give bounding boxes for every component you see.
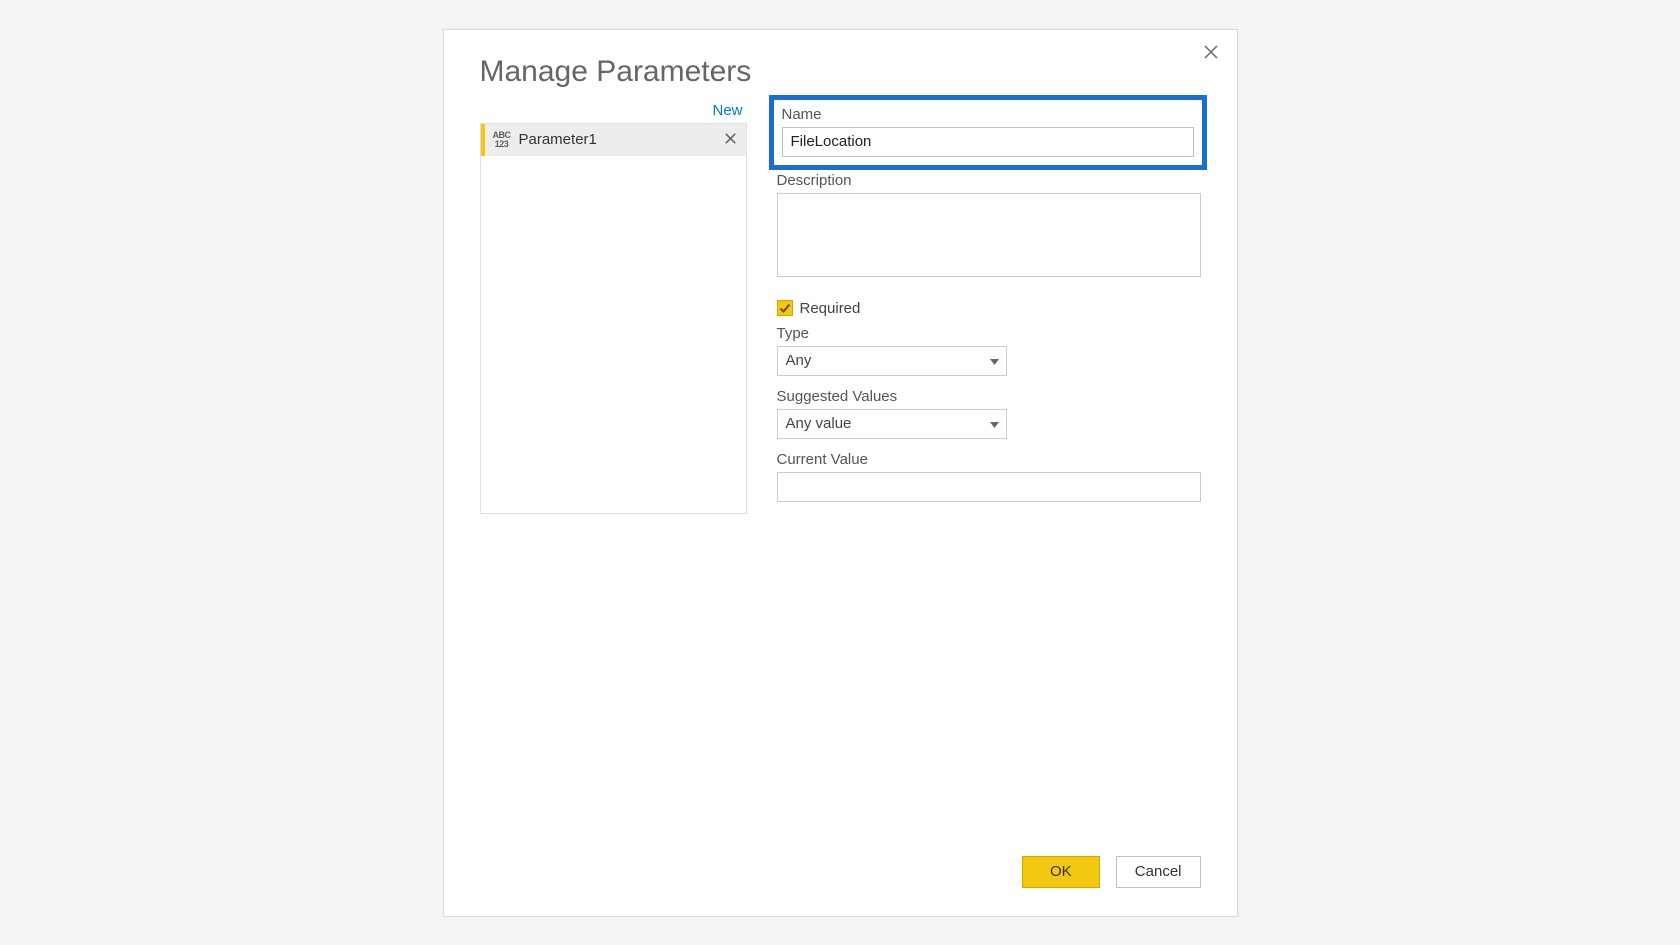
description-input[interactable] — [777, 193, 1201, 277]
parameter-list-item[interactable]: ABC123 Parameter1 — [481, 124, 746, 156]
description-field-group: Description — [777, 172, 1201, 282]
manage-parameters-dialog: Manage Parameters New ABC123 Parameter1 — [443, 29, 1238, 917]
required-checkbox-row: Required — [777, 300, 1201, 317]
current-value-field-group: Current Value — [777, 451, 1201, 502]
parameter-item-remove-button[interactable] — [721, 131, 740, 148]
type-select-value: Any — [786, 352, 812, 369]
new-parameter-link[interactable]: New — [480, 97, 747, 123]
description-label: Description — [777, 172, 1201, 189]
current-value-input[interactable] — [777, 472, 1201, 502]
parameter-list: ABC123 Parameter1 — [480, 123, 747, 514]
type-select[interactable]: Any — [777, 346, 1007, 376]
dialog-title: Manage Parameters — [444, 30, 1237, 97]
close-icon — [1204, 45, 1218, 59]
name-label: Name — [782, 106, 1194, 123]
dialog-content: New ABC123 Parameter1 Name — [444, 97, 1237, 514]
cancel-button[interactable]: Cancel — [1116, 856, 1201, 888]
dialog-footer: OK Cancel — [1022, 856, 1201, 888]
suggested-values-select[interactable]: Any value — [777, 409, 1007, 439]
parameter-item-label: Parameter1 — [519, 131, 715, 148]
suggested-values-select-value: Any value — [786, 415, 852, 432]
current-value-label: Current Value — [777, 451, 1201, 468]
parameter-form: Name Description Required Type — [777, 97, 1201, 514]
name-input[interactable] — [782, 127, 1194, 157]
dialog-close-button[interactable] — [1199, 40, 1223, 64]
abc123-type-icon: ABC123 — [491, 131, 513, 149]
ok-button[interactable]: OK — [1022, 856, 1100, 888]
suggested-values-label: Suggested Values — [777, 388, 1201, 405]
checkmark-icon — [779, 302, 791, 314]
required-label: Required — [800, 300, 861, 317]
close-icon — [725, 133, 736, 144]
required-checkbox[interactable] — [777, 300, 793, 316]
suggested-values-field-group: Suggested Values Any value — [777, 388, 1201, 439]
name-field-group: Name — [769, 95, 1207, 170]
parameter-sidebar: New ABC123 Parameter1 — [480, 97, 747, 514]
type-label: Type — [777, 325, 1201, 342]
type-field-group: Type Any — [777, 325, 1201, 376]
